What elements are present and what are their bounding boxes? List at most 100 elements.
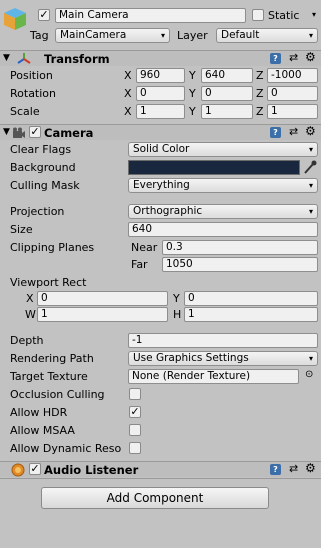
audio-listener-header[interactable]: ✓ Audio Listener ? ⇄ ⚙ <box>0 461 321 477</box>
clear-flags-value: Solid Color <box>133 143 190 155</box>
gear-icon[interactable]: ⚙ <box>305 461 316 475</box>
audio-listener-title: Audio Listener <box>44 463 139 477</box>
culling-mask-dropdown[interactable]: Everything ▾ <box>128 178 318 193</box>
viewport-rect-label: Viewport Rect <box>10 276 87 289</box>
static-label: Static <box>268 9 300 22</box>
viewport-x-axis: X <box>26 292 34 305</box>
transform-title: Transform <box>44 52 110 66</box>
rendering-path-dropdown[interactable]: Use Graphics Settings ▾ <box>128 351 318 366</box>
chevron-down-icon: ▾ <box>308 31 313 40</box>
position-y-axis: Y <box>189 69 196 82</box>
culling-mask-value: Everything <box>133 179 190 191</box>
clear-flags-label: Clear Flags <box>10 143 72 156</box>
near-field[interactable]: 0.3 <box>162 240 318 255</box>
rotation-x-field[interactable]: 0 <box>136 86 185 101</box>
depth-field[interactable]: -1 <box>128 333 318 348</box>
far-field[interactable]: 1050 <box>162 257 318 272</box>
target-texture-field[interactable]: None (Render Texture) <box>128 369 299 384</box>
allow-msaa-checkbox[interactable] <box>129 424 141 436</box>
position-label: Position <box>10 69 53 82</box>
background-color-swatch[interactable] <box>128 160 300 175</box>
rotation-x-axis: X <box>124 87 132 100</box>
transform-header[interactable]: ▼ Transform ? ⇄ ⚙ <box>0 50 321 66</box>
help-book-icon[interactable]: ? <box>270 53 281 64</box>
projection-label: Projection <box>10 205 65 218</box>
gameobject-active-checkbox[interactable]: ✓ <box>38 9 50 21</box>
chevron-down-icon: ▾ <box>308 207 313 216</box>
viewport-w-axis: W <box>25 308 36 321</box>
position-z-axis: Z <box>256 69 264 82</box>
cube-icon <box>2 6 28 32</box>
eyedropper-icon[interactable] <box>303 160 317 175</box>
scale-label: Scale <box>10 105 40 118</box>
allow-hdr-checkbox[interactable]: ✓ <box>129 406 141 418</box>
layer-dropdown[interactable]: Default ▾ <box>216 28 318 43</box>
tag-dropdown[interactable]: MainCamera ▾ <box>55 28 170 43</box>
add-component-label: Add Component <box>106 491 204 505</box>
gear-icon[interactable]: ⚙ <box>305 50 316 64</box>
position-z-field[interactable]: -1000 <box>267 68 318 83</box>
help-book-icon[interactable]: ? <box>270 464 281 475</box>
far-label: Far <box>131 258 148 271</box>
tag-value: MainCamera <box>60 29 127 41</box>
static-dropdown[interactable]: ▾ <box>304 8 318 23</box>
scale-z-field[interactable]: 1 <box>267 104 318 119</box>
position-x-axis: X <box>124 69 132 82</box>
object-picker-icon[interactable]: ⊙ <box>305 369 313 380</box>
viewport-h-axis: H <box>173 308 182 321</box>
rotation-label: Rotation <box>10 87 57 100</box>
projection-dropdown[interactable]: Orthographic ▾ <box>128 204 318 219</box>
preset-icon[interactable]: ⇄ <box>289 125 298 138</box>
add-component-button[interactable]: Add Component <box>41 487 269 509</box>
viewport-y-field[interactable]: 0 <box>184 291 318 306</box>
chevron-down-icon: ▾ <box>160 31 165 40</box>
viewport-w-field[interactable]: 1 <box>37 307 168 322</box>
foldout-arrow-icon[interactable]: ▼ <box>3 53 10 63</box>
rendering-path-label: Rendering Path <box>10 352 94 365</box>
projection-value: Orthographic <box>133 205 203 217</box>
camera-header[interactable]: ▼ ✓ Camera ? ⇄ ⚙ <box>0 124 321 140</box>
culling-mask-label: Culling Mask <box>10 179 80 192</box>
target-texture-label: Target Texture <box>10 370 88 383</box>
foldout-arrow-icon[interactable]: ▼ <box>3 127 10 137</box>
viewport-h-field[interactable]: 1 <box>184 307 318 322</box>
gameobject-name-field[interactable]: Main Camera <box>55 8 246 23</box>
background-label: Background <box>10 161 76 174</box>
occlusion-culling-label: Occlusion Culling <box>10 388 105 401</box>
clear-flags-dropdown[interactable]: Solid Color ▾ <box>128 142 318 157</box>
chevron-down-icon: ▾ <box>311 10 316 19</box>
tag-label: Tag <box>30 29 49 42</box>
gear-icon[interactable]: ⚙ <box>305 124 316 138</box>
preset-icon[interactable]: ⇄ <box>289 462 298 475</box>
depth-label: Depth <box>10 334 44 347</box>
allow-msaa-label: Allow MSAA <box>10 424 75 437</box>
audio-listener-enabled-checkbox[interactable]: ✓ <box>29 463 41 475</box>
camera-title: Camera <box>44 126 94 140</box>
position-y-field[interactable]: 640 <box>201 68 253 83</box>
size-label: Size <box>10 223 33 236</box>
rotation-y-field[interactable]: 0 <box>201 86 253 101</box>
allow-dynamic-resolution-checkbox[interactable] <box>129 442 141 454</box>
viewport-y-axis: Y <box>173 292 180 305</box>
scale-y-field[interactable]: 1 <box>201 104 253 119</box>
camera-enabled-checkbox[interactable]: ✓ <box>29 126 41 138</box>
scale-y-axis: Y <box>189 105 196 118</box>
size-field[interactable]: 640 <box>128 222 318 237</box>
audio-listener-icon <box>11 463 25 477</box>
help-book-icon[interactable]: ? <box>270 127 281 138</box>
position-x-field[interactable]: 960 <box>136 68 185 83</box>
chevron-down-icon: ▾ <box>308 145 313 154</box>
allow-dynamic-resolution-label: Allow Dynamic Reso <box>10 442 122 455</box>
allow-hdr-label: Allow HDR <box>10 406 68 419</box>
scale-x-axis: X <box>124 105 132 118</box>
viewport-x-field[interactable]: 0 <box>37 291 168 306</box>
preset-icon[interactable]: ⇄ <box>289 51 298 64</box>
layer-value: Default <box>221 29 260 41</box>
occlusion-culling-checkbox[interactable] <box>129 388 141 400</box>
near-label: Near <box>131 241 158 254</box>
rotation-z-axis: Z <box>256 87 264 100</box>
chevron-down-icon: ▾ <box>308 354 313 363</box>
rotation-z-field[interactable]: 0 <box>267 86 318 101</box>
scale-x-field[interactable]: 1 <box>136 104 185 119</box>
static-checkbox[interactable] <box>252 9 264 21</box>
